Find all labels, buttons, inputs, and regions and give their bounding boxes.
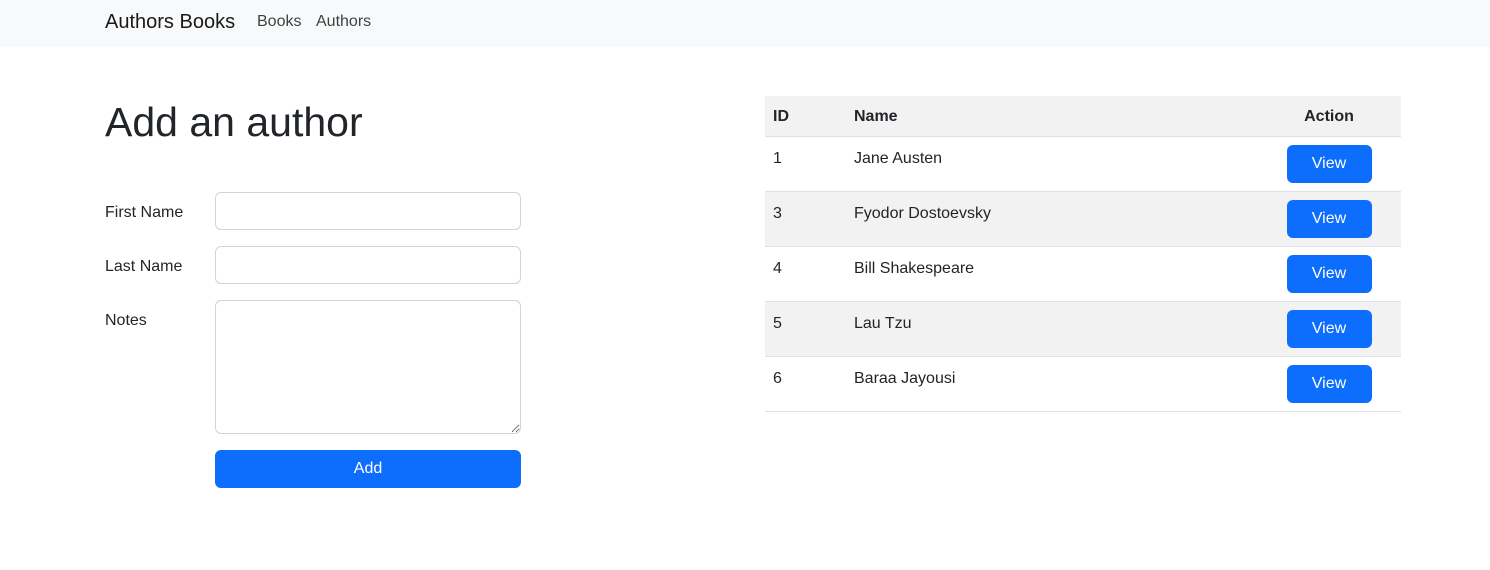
nav-link-authors[interactable]: Authors xyxy=(316,12,371,31)
first-name-input[interactable] xyxy=(215,192,521,230)
table-row: 4 Bill Shakespeare View xyxy=(765,246,1401,302)
author-id: 3 xyxy=(765,191,846,247)
table-row: 6 Baraa Jayousi View xyxy=(765,356,1401,412)
header-id: ID xyxy=(765,96,846,137)
action-cell: View xyxy=(1257,301,1401,357)
last-name-label: Last Name xyxy=(105,258,183,275)
page-title: Add an author xyxy=(105,99,363,145)
last-name-input[interactable] xyxy=(215,246,521,284)
view-button[interactable]: View xyxy=(1286,254,1372,293)
author-name: Fyodor Dostoevsky xyxy=(846,191,1257,247)
author-id: 4 xyxy=(765,246,846,302)
table-row: 5 Lau Tzu View xyxy=(765,301,1401,357)
action-cell: View xyxy=(1257,246,1401,302)
view-button[interactable]: View xyxy=(1286,144,1372,183)
action-cell: View xyxy=(1257,136,1401,192)
view-button[interactable]: View xyxy=(1286,199,1372,238)
table-row: 1 Jane Austen View xyxy=(765,136,1401,192)
add-button[interactable]: Add xyxy=(215,450,521,488)
table-row: 3 Fyodor Dostoevsky View xyxy=(765,191,1401,247)
author-name: Jane Austen xyxy=(846,136,1257,192)
author-id: 5 xyxy=(765,301,846,357)
navbar: Authors Books Books Authors xyxy=(0,0,1490,47)
author-id: 6 xyxy=(765,356,846,412)
navbar-brand[interactable]: Authors Books xyxy=(105,10,235,34)
author-name: Lau Tzu xyxy=(846,301,1257,357)
action-cell: View xyxy=(1257,356,1401,412)
table-header-row: ID Name Action xyxy=(765,96,1401,137)
author-name: Bill Shakespeare xyxy=(846,246,1257,302)
nav-link-books[interactable]: Books xyxy=(257,12,301,31)
authors-table: ID Name Action 1 Jane Austen View 3 Fyod… xyxy=(765,96,1401,412)
author-id: 1 xyxy=(765,136,846,192)
first-name-label: First Name xyxy=(105,204,184,221)
author-name: Baraa Jayousi xyxy=(846,356,1257,412)
notes-textarea[interactable] xyxy=(215,300,521,434)
header-action: Action xyxy=(1257,96,1401,137)
view-button[interactable]: View xyxy=(1286,309,1372,348)
view-button[interactable]: View xyxy=(1286,364,1372,403)
header-name: Name xyxy=(846,96,1257,137)
action-cell: View xyxy=(1257,191,1401,247)
notes-label: Notes xyxy=(105,312,147,329)
